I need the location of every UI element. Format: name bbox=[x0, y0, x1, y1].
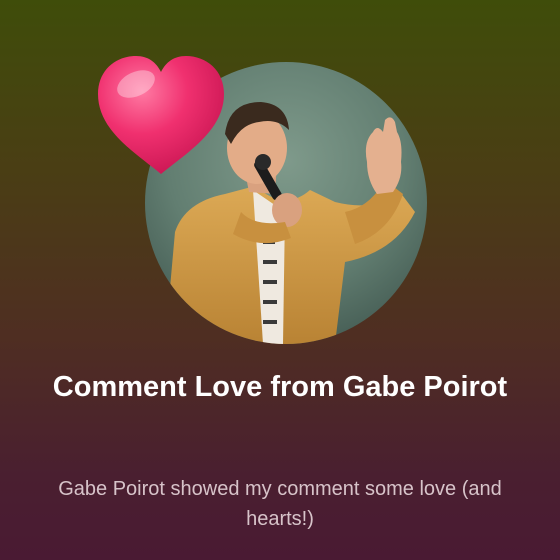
achievement-title: Comment Love from Gabe Poirot bbox=[52, 371, 508, 403]
achievement-card: Comment Love from Gabe Poirot Gabe Poiro… bbox=[0, 0, 560, 560]
heart-icon bbox=[94, 52, 228, 180]
achievement-description: Gabe Poirot showed my comment some love … bbox=[58, 478, 502, 530]
